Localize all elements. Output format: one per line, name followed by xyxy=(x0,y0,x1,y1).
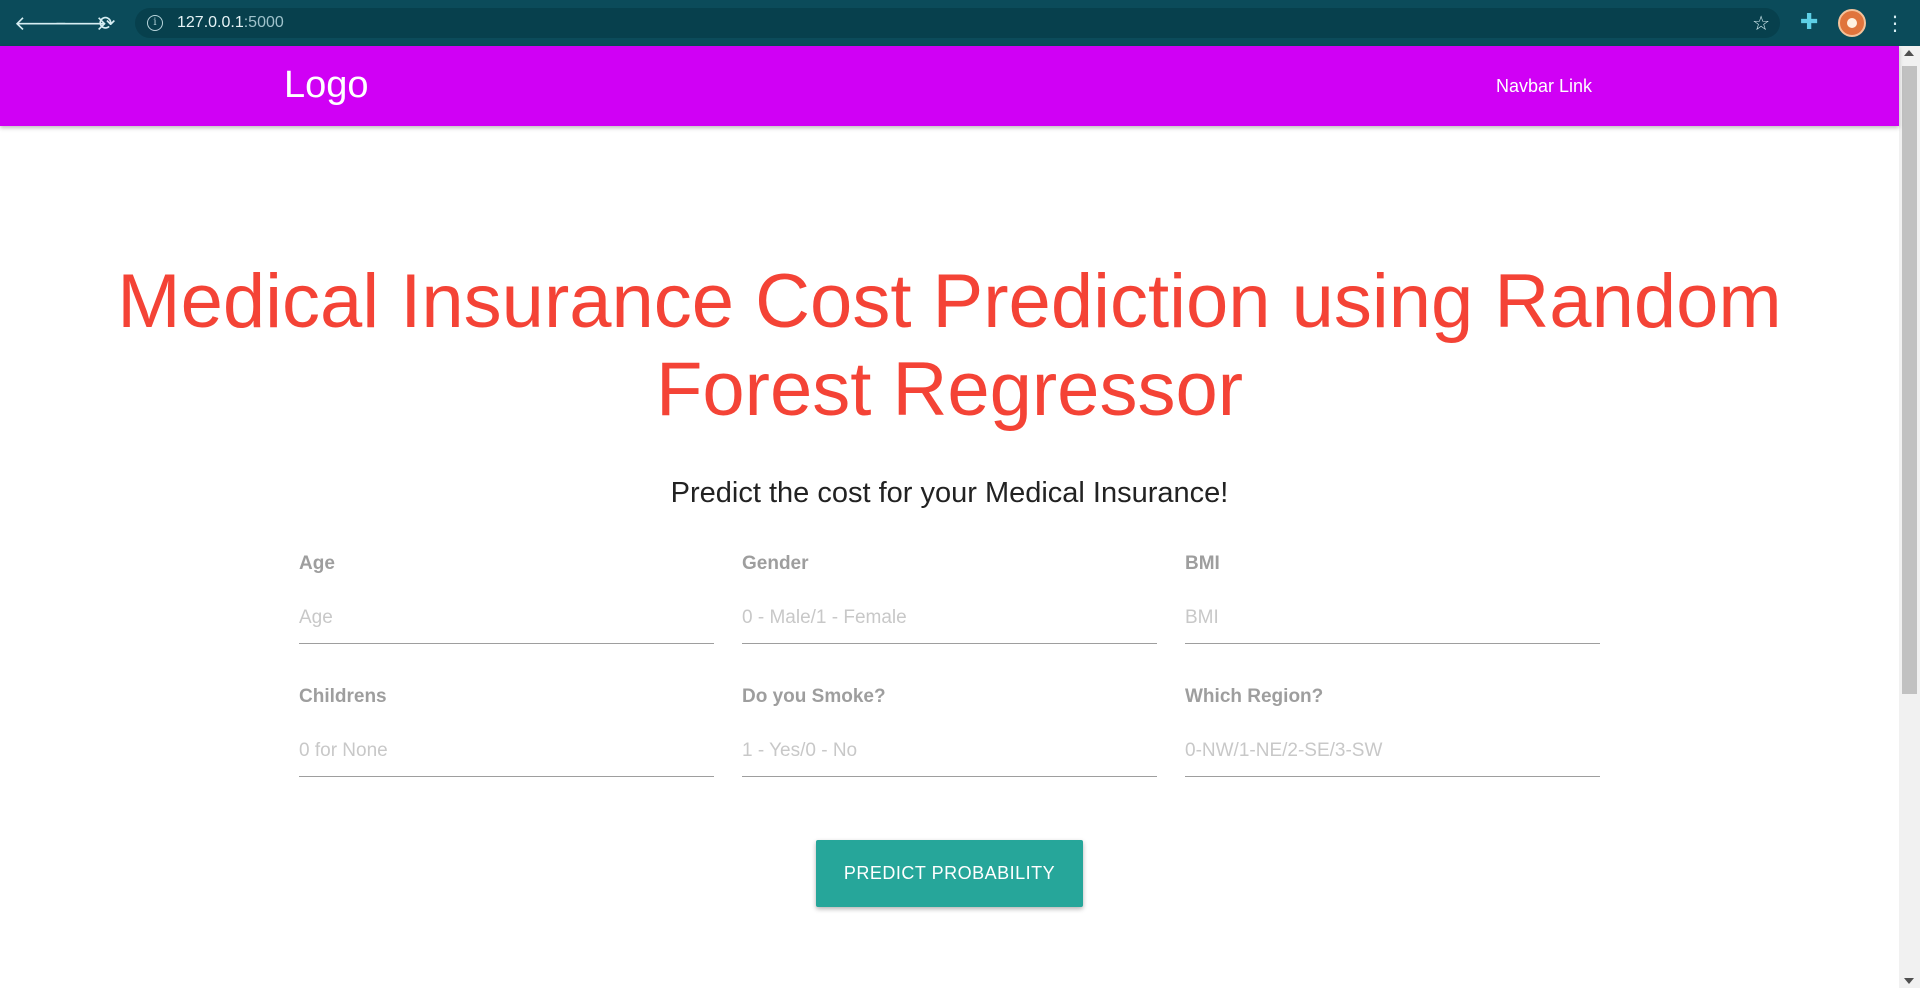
url-port: :5000 xyxy=(243,14,284,31)
gender-label: Gender xyxy=(742,553,809,574)
page-scrollbar[interactable] xyxy=(1899,46,1920,988)
region-label: Which Region? xyxy=(1185,686,1324,707)
scrollbar-thumb[interactable] xyxy=(1902,66,1917,694)
age-label: Age xyxy=(299,553,335,574)
children-label: Childrens xyxy=(299,686,387,707)
extensions-puzzle-icon[interactable]: ✚ xyxy=(1800,10,1818,35)
region-input[interactable] xyxy=(1185,726,1600,777)
bookmark-star-icon[interactable]: ☆ xyxy=(1752,11,1770,35)
page-title: Medical Insurance Cost Prediction using … xyxy=(117,259,1782,432)
address-url[interactable]: 127.0.0.1:5000 xyxy=(177,14,284,32)
site-navbar: Logo Navbar Link xyxy=(0,46,1899,126)
age-input[interactable] xyxy=(299,593,714,644)
gender-input[interactable] xyxy=(742,593,1157,644)
navbar-link[interactable]: Navbar Link xyxy=(1496,76,1592,97)
children-input[interactable] xyxy=(299,726,714,777)
profile-avatar[interactable] xyxy=(1838,9,1866,37)
scroll-up-arrow-icon[interactable] xyxy=(1904,50,1914,56)
predict-probability-button[interactable]: PREDICT PROBABILITY xyxy=(816,840,1083,907)
bmi-input[interactable] xyxy=(1185,593,1600,644)
smoker-label: Do you Smoke? xyxy=(742,686,886,707)
site-logo[interactable]: Logo xyxy=(284,64,369,107)
browser-menu-icon[interactable]: ⋮ xyxy=(1885,9,1905,37)
back-arrow-icon[interactable]: 🡐 xyxy=(14,10,68,36)
browser-toolbar: 🡐 🡒 ⟳ i 127.0.0.1:5000 ☆ ✚ ⋮ xyxy=(0,0,1920,46)
url-host: 127.0.0.1 xyxy=(177,14,244,31)
scroll-down-arrow-icon[interactable] xyxy=(1904,978,1914,984)
smoker-input[interactable] xyxy=(742,726,1157,777)
site-info-icon[interactable]: i xyxy=(147,15,163,31)
bmi-label: BMI xyxy=(1185,553,1220,574)
page-subtitle: Predict the cost for your Medical Insura… xyxy=(670,477,1229,509)
reload-icon[interactable]: ⟳ xyxy=(94,10,120,36)
forward-arrow-icon[interactable]: 🡒 xyxy=(54,10,108,36)
address-bar[interactable]: i 127.0.0.1:5000 ☆ xyxy=(135,8,1780,38)
